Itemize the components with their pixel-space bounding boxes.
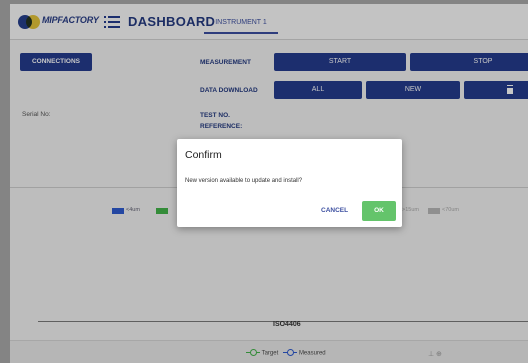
dialog-title: Confirm xyxy=(185,149,222,161)
confirm-dialog: Confirm New version available to update … xyxy=(177,139,402,227)
cancel-button[interactable]: CANCEL xyxy=(321,207,348,214)
dialog-message: New version available to update and inst… xyxy=(185,178,303,184)
ok-button[interactable]: OK xyxy=(362,201,396,221)
